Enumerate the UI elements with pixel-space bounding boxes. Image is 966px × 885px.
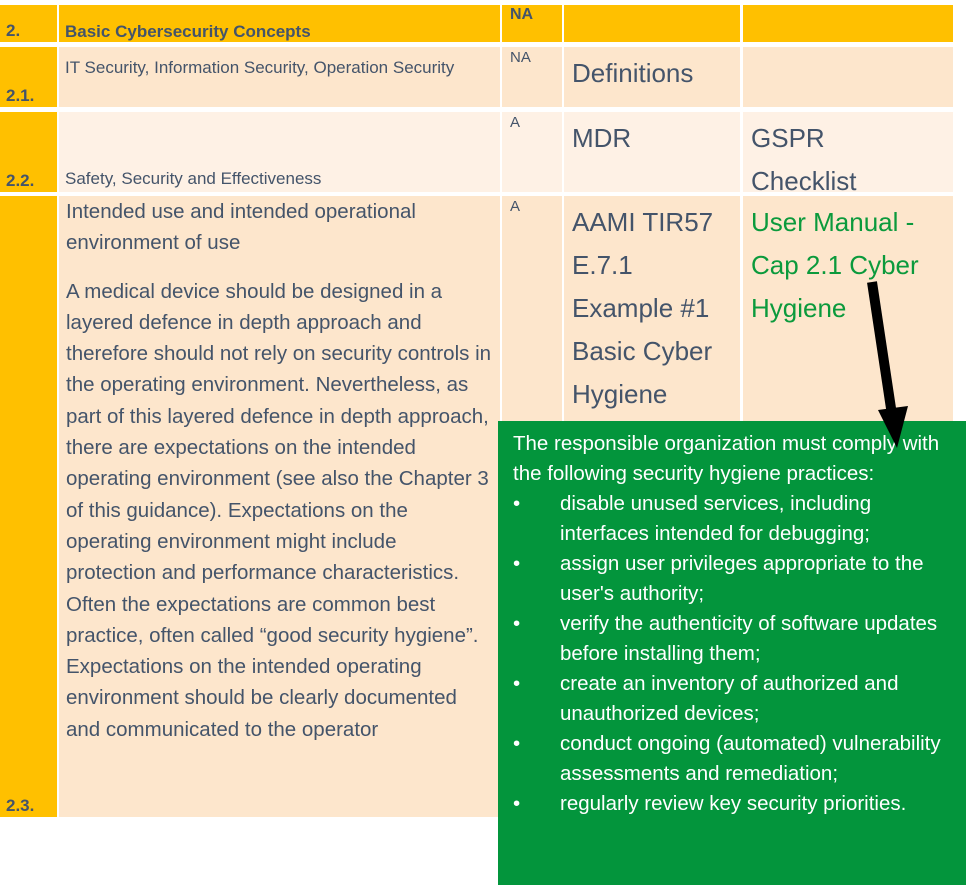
section-number: 2. <box>6 21 21 40</box>
callout-item-text: create an inventory of authorized and un… <box>560 672 899 725</box>
applicability-value: A <box>510 198 521 215</box>
row-reference-cell: MDR <box>564 112 740 192</box>
header-reference-cell <box>564 5 740 42</box>
row-title: Safety, Security and Effectiveness <box>65 169 322 188</box>
row-number: 2.3. <box>6 796 35 815</box>
callout-item-text: disable unused services, including inter… <box>560 492 872 545</box>
row-title-cell: IT Security, Information Security, Opera… <box>59 47 500 107</box>
arrow-down-icon <box>867 281 908 448</box>
row-num-cell: 2.2. <box>0 112 57 192</box>
applicability-value: NA <box>510 49 531 66</box>
reference-text: AAMI TIR57 E.7.1 Example #1 Basic Cyber … <box>572 207 714 409</box>
bullet-icon: • <box>513 672 521 695</box>
row-number: 2.2. <box>6 171 35 190</box>
callout-item-text: verify the authenticity of software upda… <box>560 612 938 665</box>
row-applicability-cell: A <box>502 112 562 192</box>
callout-item-text: regularly review key security priorities… <box>560 792 907 815</box>
header-evidence-cell <box>743 5 953 42</box>
row-num-cell: 2.1. <box>0 47 57 107</box>
reference-text: Definitions <box>572 58 694 88</box>
row-description: A medical device should be designed in a… <box>66 279 492 741</box>
callout-item: • create an inventory of authorized and u… <box>513 669 956 729</box>
section-title: Basic Cybersecurity Concepts <box>65 22 311 41</box>
applicability-value: NA <box>510 6 534 23</box>
bullet-icon: • <box>513 552 521 575</box>
row-evidence-cell: GSPR Checklist <box>743 112 953 196</box>
callout-item: • disable unused services, including inte… <box>513 489 956 549</box>
callout-box: The responsible organization must comply… <box>498 421 966 885</box>
bullet-icon: • <box>513 792 521 815</box>
row-applicability-cell: NA <box>502 47 562 107</box>
bullet-icon: • <box>513 732 521 755</box>
evidence-link[interactable]: User Manual - Cap 2.1 Cyber Hygiene <box>751 201 951 330</box>
row-num-cell: 2.3. <box>0 196 57 817</box>
callout-item: • assign user privileges appropriate to t… <box>513 549 956 609</box>
row-number: 2.1. <box>6 86 35 105</box>
row-title: IT Security, Information Security, Opera… <box>65 58 455 77</box>
row-evidence-cell <box>743 47 953 107</box>
row-title-cell: Intended use and intended operational en… <box>59 196 500 817</box>
reference-text: MDR <box>572 123 632 153</box>
header-applicability-cell: NA <box>502 5 562 42</box>
bullet-icon: • <box>513 612 521 635</box>
row-title-cell: Safety, Security and Effectiveness <box>59 112 500 192</box>
header-num-cell: 2. <box>0 5 57 42</box>
bullet-icon: • <box>513 492 521 515</box>
callout-item: • conduct ongoing (automated) vulnerabili… <box>513 729 956 789</box>
callout-item: • verify the authenticity of software upd… <box>513 609 956 669</box>
row-title: Intended use and intended operational en… <box>66 200 416 255</box>
callout-item-text: assign user privileges appropriate to th… <box>560 552 924 605</box>
callout-list: • disable unused services, including inte… <box>513 489 956 819</box>
applicability-value: A <box>510 114 521 131</box>
callout-item: • regularly review key security prioritie… <box>513 789 956 819</box>
evidence-text: GSPR Checklist <box>751 123 857 196</box>
header-title-cell: Basic Cybersecurity Concepts <box>59 5 500 42</box>
row-reference-cell: Definitions <box>564 47 740 107</box>
callout-item-text: conduct ongoing (automated) vulnerabilit… <box>560 732 941 785</box>
